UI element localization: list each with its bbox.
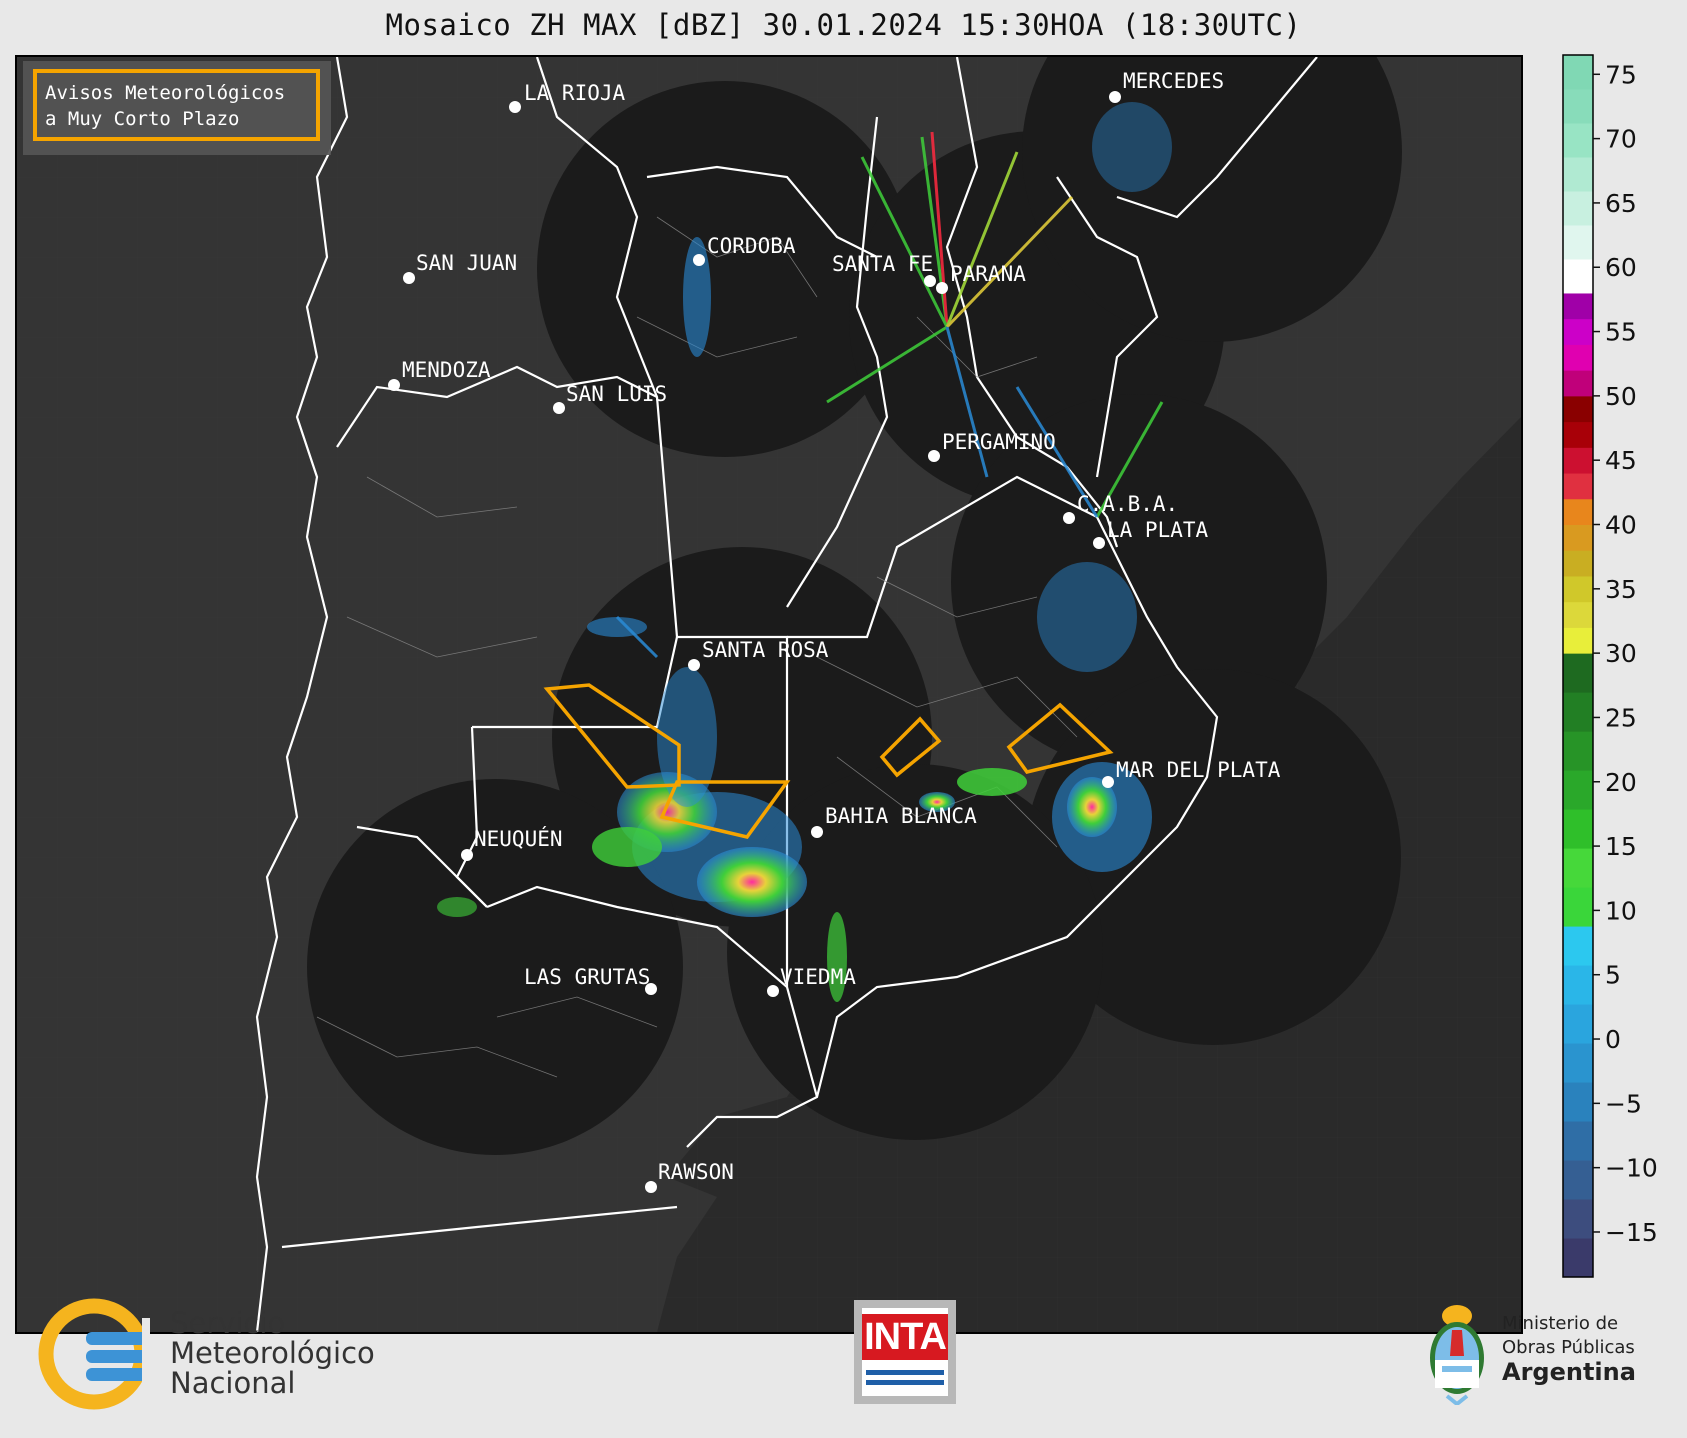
colorbar-tick-label: 60 [1605,253,1637,282]
colorbar-tick-label: 15 [1605,832,1637,861]
colorbar-tick-label: 65 [1605,189,1637,218]
colorbar-band [1563,498,1593,526]
colorbar-band [1563,550,1593,577]
colorbar-band [1563,370,1593,397]
colorbar-band [1563,627,1593,654]
colorbar-band [1563,156,1593,192]
warning-legend: Avisos Meteorológicos a Muy Corto Plazo [23,61,331,155]
colorbar-band [1563,770,1593,810]
colorbar-tick-label: 30 [1605,639,1637,668]
city-label: SAN JUAN [416,251,517,275]
colorbar-tick-label: −5 [1605,1089,1642,1118]
map-title: Mosaico ZH MAX [dBZ] 30.01.2024 15:30HOA… [385,8,1302,42]
colorbar-band [1563,1004,1593,1044]
colorbar-band [1563,1043,1593,1083]
legend-line-1: Avisos Meteorológicos [45,82,285,104]
colorbar-band [1563,88,1593,124]
city-label: C.A.B.A. [1077,492,1178,516]
colorbar-band [1563,421,1593,448]
smn-line-1: Servicio [170,1306,286,1340]
city-label: NEUQUÉN [474,826,563,851]
colorbar-tick-label: 50 [1605,382,1637,411]
colorbar-band [1563,55,1593,90]
ministry-line-2: Obras Públicas [1502,1337,1635,1358]
colorbar-tick-label: −10 [1605,1154,1658,1183]
colorbar-tick-label: 35 [1605,575,1637,604]
colorbar-band [1563,1121,1593,1161]
colorbar-band [1563,809,1593,849]
smn-logo-icon [38,1298,150,1410]
colorbar-ticks: 757065605550454035302520151050−5−10−15 [1593,60,1658,1247]
city-label: LA PLATA [1107,518,1209,542]
colorbar-band [1563,1082,1593,1122]
colorbar-band [1563,122,1593,158]
colorbar-band [1563,318,1593,345]
colorbar-band [1563,190,1593,226]
inta-wordmark: INTA [862,1314,948,1360]
colorbar-band [1563,395,1593,423]
colorbar-band [1563,524,1593,551]
colorbar-band [1563,731,1593,771]
colorbar-band [1563,653,1593,693]
city-label: LAS GRUTAS [524,965,650,989]
city-label: CORDOBA [707,234,796,258]
city-label: RAWSON [658,1160,734,1184]
colorbar-bands [1563,55,1593,1278]
colorbar-tick-label: 0 [1605,1025,1621,1054]
colorbar-band [1563,1199,1593,1239]
inta-logo: INTA [854,1300,956,1404]
argentina-coat-of-arms-icon [1430,1305,1484,1405]
ministry-name: Ministerio de Obras Públicas Argentina [1502,1312,1636,1384]
colorbar-band [1563,692,1593,732]
radar-map: LA RIOJA CORDOBA SAN JUAN SANTA FE PARAN… [15,55,1523,1334]
smn-line-3: Nacional [170,1366,296,1400]
city-label: MENDOZA [402,358,491,382]
city-label: MAR DEL PLATA [1116,758,1281,782]
colorbar-band [1563,848,1593,888]
city-label: LA RIOJA [524,81,626,105]
colorbar-band [1563,601,1593,628]
city-label: VIEDMA [780,965,856,989]
colorbar-band [1563,292,1593,320]
colorbar-tick-label: 75 [1605,60,1637,89]
colorbar-band [1563,575,1593,603]
city-label: BAHIA BLANCA [825,804,977,828]
city-label: SAN LUIS [566,382,667,406]
ministry-line-3: Argentina [1502,1358,1636,1386]
city-label: SANTA FE [832,252,933,276]
colorbar-band [1563,224,1593,260]
colorbar-tick-label: 70 [1605,125,1637,154]
colorbar-tick-label: 40 [1605,511,1637,540]
colorbar-band [1563,887,1593,927]
city-label: SANTA ROSA [702,638,829,662]
colorbar-band [1563,344,1593,371]
colorbar-band [1563,447,1593,474]
colorbar-band [1563,473,1593,500]
colorbar-tick-label: 5 [1605,961,1621,990]
colorbar-tick-label: 10 [1605,896,1637,925]
colorbar-band [1563,926,1593,966]
colorbar-tick-label: −15 [1605,1218,1658,1247]
colorbar-tick-label: 55 [1605,318,1637,347]
ministry-line-1: Ministerio de [1502,1313,1619,1334]
colorbar-tick-label: 25 [1605,703,1637,732]
colorbar-tick-label: 45 [1605,446,1637,475]
colorbar-band [1563,258,1593,294]
colorbar-band [1563,1160,1593,1200]
city-label: PARANA [950,262,1026,286]
legend-line-2: a Muy Corto Plazo [45,108,239,130]
smn-name: Servicio Meteorológico Nacional [170,1308,375,1398]
colorbar-band [1563,965,1593,1005]
city-label: PERGAMINO [942,430,1056,454]
city-label: MERCEDES [1123,69,1224,93]
smn-line-2: Meteorológico [170,1336,375,1370]
colorbar-band [1563,1238,1593,1278]
colorbar-tick-label: 20 [1605,768,1637,797]
